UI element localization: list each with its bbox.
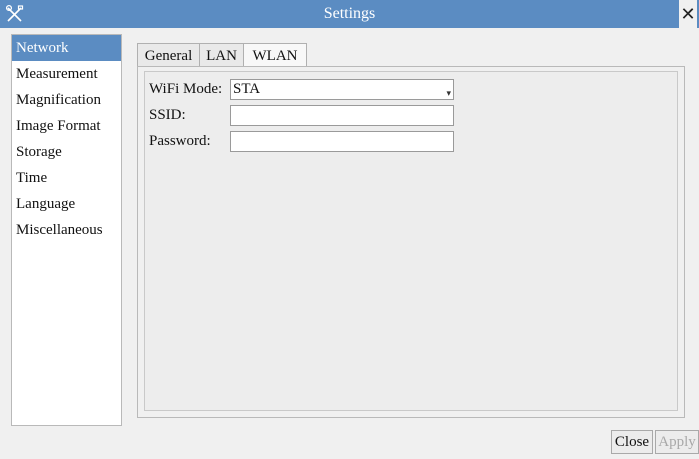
password-field[interactable] <box>230 131 454 152</box>
title-bar: Settings ✕ <box>0 0 699 28</box>
sidebar-item-language[interactable]: Language <box>12 191 121 217</box>
settings-sidebar: Network Measurement Magnification Image … <box>11 34 122 426</box>
wlan-panel: WiFi Mode: STA ▾ SSID: Password: <box>137 66 685 418</box>
ssid-field[interactable] <box>230 105 454 126</box>
apply-button[interactable]: Apply <box>655 430 699 454</box>
wifi-mode-value: STA <box>233 81 261 97</box>
sidebar-item-time[interactable]: Time <box>12 165 121 191</box>
ssid-label: SSID: <box>149 107 186 123</box>
wifi-mode-label: WiFi Mode: <box>149 81 223 97</box>
password-label: Password: <box>149 133 211 149</box>
wifi-mode-select[interactable]: STA ▾ <box>230 79 454 100</box>
sidebar-item-magnification[interactable]: Magnification <box>12 87 121 113</box>
wlan-group: WiFi Mode: STA ▾ SSID: Password: <box>144 71 678 411</box>
sidebar-item-measurement[interactable]: Measurement <box>12 61 121 87</box>
sidebar-item-network[interactable]: Network <box>12 35 121 61</box>
close-button[interactable]: Close <box>611 430 653 454</box>
sidebar-item-image-format[interactable]: Image Format <box>12 113 121 139</box>
tab-lan[interactable]: LAN <box>199 43 244 67</box>
close-icon[interactable]: ✕ <box>679 0 697 28</box>
sidebar-item-miscellaneous[interactable]: Miscellaneous <box>12 217 121 243</box>
sidebar-item-storage[interactable]: Storage <box>12 139 121 165</box>
tab-general[interactable]: General <box>137 43 200 67</box>
tab-wlan[interactable]: WLAN <box>243 43 307 68</box>
chevron-down-icon: ▾ <box>446 88 451 98</box>
window-title: Settings <box>323 5 376 22</box>
